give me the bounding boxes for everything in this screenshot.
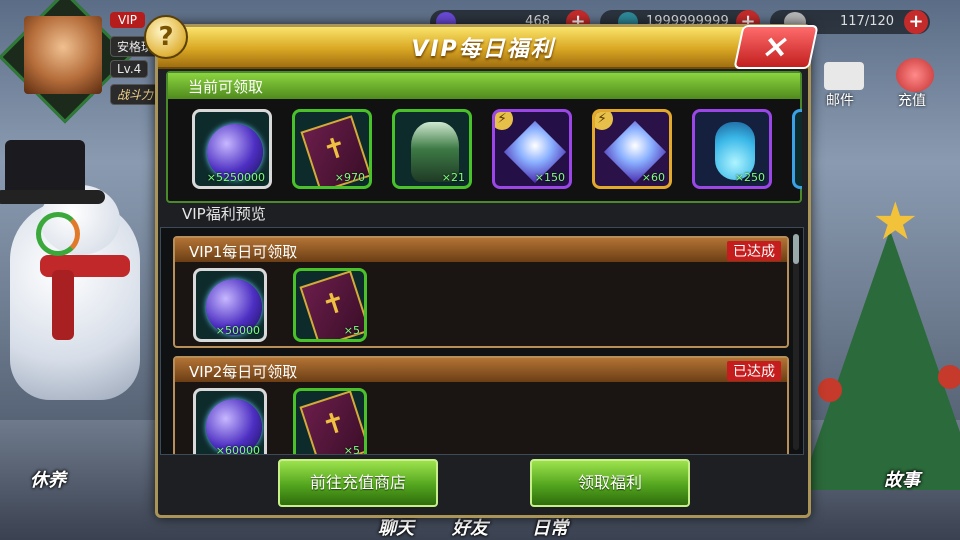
vip-daily-dialog: VIP每日福利 ? × 当前可领取 ×5250000 ✝ ×970 ×21 ⚡ … (144, 15, 819, 518)
snowman-scarf-tail (52, 270, 74, 340)
item-quantity: ×21 (441, 171, 465, 184)
vip-badge[interactable]: VIP (110, 12, 145, 28)
preview-label: VIP福利预览 (182, 205, 266, 223)
item-quantity: ×5250000 (206, 171, 265, 184)
ornament-ball (818, 378, 842, 402)
item-quantity: ×5 (343, 444, 360, 455)
item-quantity: ×250 (734, 171, 765, 184)
tier-title: VIP2每日可领取 (189, 363, 298, 381)
recharge-label[interactable]: 充值 (898, 90, 926, 110)
add-stamina-button[interactable]: + (904, 10, 928, 34)
power-label: 战斗力 (110, 84, 161, 105)
recharge-icon[interactable] (896, 58, 934, 92)
tree-star-icon: ★ (872, 192, 919, 252)
mail-icon[interactable] (824, 62, 864, 90)
help-button[interactable]: ? (144, 15, 188, 59)
story-label[interactable]: 故事 (884, 466, 920, 492)
current-rewards-label: 当前可领取 (188, 78, 264, 96)
close-button[interactable]: × (733, 25, 819, 69)
tier-reward-card[interactable]: ✝ ×5 (293, 268, 367, 342)
current-rewards-panel: 当前可领取 ×5250000 ✝ ×970 ×21 ⚡ ×150 ⚡ ×60 ×… (166, 71, 802, 203)
tier-reward-orb[interactable]: ×60000 (193, 388, 267, 455)
item-quantity: ×60000 (215, 444, 260, 455)
item-quantity: ×150 (534, 171, 565, 184)
refresh-icon[interactable] (36, 212, 80, 256)
item-quantity: ×5 (343, 324, 360, 337)
reward-item-potion[interactable]: ×250 (692, 109, 772, 189)
lightning-badge-icon: ⚡ (495, 112, 513, 130)
christmas-tree (800, 230, 960, 490)
reward-item-partial[interactable] (792, 109, 802, 189)
mail-label[interactable]: 邮件 (826, 90, 854, 110)
reward-item-card[interactable]: ✝ ×970 (292, 109, 372, 189)
scrollbar-thumb[interactable] (793, 234, 799, 264)
tier-reward-card[interactable]: ✝ ×5 (293, 388, 367, 455)
snowman-hat-brim (0, 190, 105, 204)
reward-item-crystal[interactable]: ⚡ ×150 (492, 109, 572, 189)
reward-item-crystal-gold[interactable]: ⚡ ×60 (592, 109, 672, 189)
tier-status-badge: 已达成 (727, 241, 781, 261)
lightning-badge-icon: ⚡ (595, 112, 613, 130)
item-quantity: ×50000 (215, 324, 260, 337)
tier-reward-orb[interactable]: ×50000 (193, 268, 267, 342)
ornament-ball (938, 365, 960, 389)
item-quantity: ×970 (334, 171, 365, 184)
reward-item-spirit-orb[interactable]: ×5250000 (192, 109, 272, 189)
player-level: Lv.4 (110, 60, 149, 78)
claim-rewards-button[interactable]: 领取福利 (530, 459, 690, 507)
vip-preview-list[interactable]: VIP1每日可领取 已达成 ×50000 ✝ ×5 VIP2每日可领取 已达成 … (160, 227, 804, 455)
vip-tier-row: VIP1每日可领取 已达成 ×50000 ✝ ×5 (173, 236, 789, 348)
go-to-recharge-shop-button[interactable]: 前往充值商店 (278, 459, 438, 507)
dialog-title: VIP每日福利 (411, 37, 555, 62)
rest-label[interactable]: 休养 (30, 466, 66, 492)
avatar[interactable] (24, 16, 102, 94)
item-quantity: ×60 (641, 171, 665, 184)
list-scrollbar[interactable] (793, 234, 799, 450)
stamina-count: 117/120 (840, 14, 895, 29)
tier-title: VIP1每日可领取 (189, 243, 298, 261)
vip-tier-row: VIP2每日可领取 已达成 ×60000 ✝ ×5 (173, 356, 789, 455)
tier-status-badge: 已达成 (727, 361, 781, 381)
reward-item-character[interactable]: ×21 (392, 109, 472, 189)
